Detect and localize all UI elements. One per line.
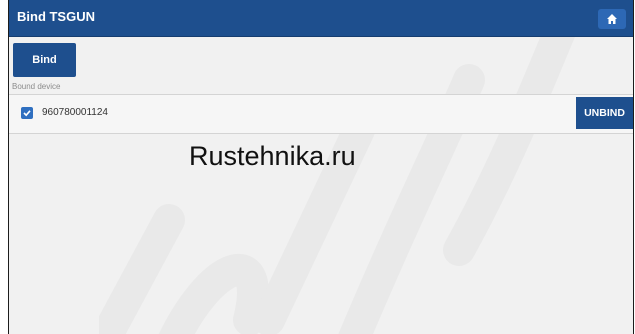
watermark-graphic <box>99 0 585 334</box>
watermark-stroke-2 <box>158 254 269 334</box>
bound-device-row: 960780001124 UNBIND <box>9 94 633 134</box>
bind-button[interactable]: Bind <box>13 43 76 77</box>
watermark-overlay-text: Rustehnika.ru <box>189 141 356 171</box>
home-icon <box>607 14 617 24</box>
device-serial: 960780001124 <box>42 107 108 118</box>
device-checkbox[interactable] <box>21 107 33 119</box>
title-bar: Bind TSGUN <box>9 0 633 37</box>
page-title: Bind TSGUN <box>17 9 95 24</box>
home-button[interactable] <box>598 9 626 29</box>
app-window: Bind TSGUN Bind Bound device 96078000112… <box>8 0 634 334</box>
unbind-button[interactable]: UNBIND <box>576 97 633 129</box>
watermark-stroke-1 <box>99 204 185 334</box>
checkmark-icon <box>23 110 31 117</box>
bound-device-label: Bound device <box>12 82 61 91</box>
